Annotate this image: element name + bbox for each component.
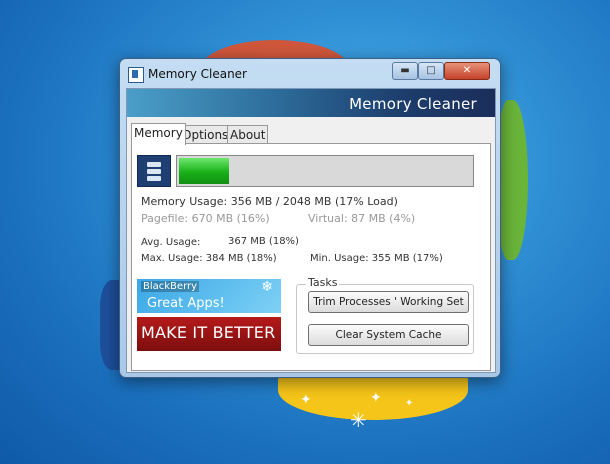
make-it-better-text: MAKE IT BETTER bbox=[141, 323, 276, 342]
trim-processes-button[interactable]: Trim Processes ' Working Set bbox=[308, 291, 469, 313]
memory-cleaner-window: Memory Cleaner ▬ □ ✕ Memory Cleaner Memo… bbox=[119, 58, 501, 378]
wallpaper-sparkle: ✦ bbox=[300, 392, 312, 408]
snowflake-icon: ❄ bbox=[261, 279, 273, 295]
tab-about[interactable]: About bbox=[227, 125, 269, 144]
banner-title: Memory Cleaner bbox=[349, 95, 477, 113]
pagefile-text: Pagefile: 670 MB (16%) bbox=[141, 212, 270, 225]
minimize-button[interactable]: ▬ bbox=[392, 62, 418, 80]
make-it-better-ad-banner[interactable]: MAKE IT BETTER bbox=[137, 317, 281, 351]
max-usage-text: Max. Usage: 384 MB (18%) bbox=[141, 253, 277, 264]
app-icon bbox=[128, 67, 144, 83]
window-title: Memory Cleaner bbox=[148, 67, 247, 81]
memory-usage-text: Memory Usage: 356 MB / 2048 MB (17% Load… bbox=[141, 195, 398, 208]
memory-load-progress-fill bbox=[179, 158, 229, 184]
min-usage-text: Min. Usage: 355 MB (17%) bbox=[310, 253, 443, 264]
memory-chip-icon bbox=[137, 155, 171, 187]
clear-system-cache-button[interactable]: Clear System Cache bbox=[308, 324, 469, 346]
avg-usage-value: 367 MB (18%) bbox=[228, 236, 299, 247]
avg-usage-label: Avg. Usage: bbox=[141, 237, 201, 248]
close-button[interactable]: ✕ bbox=[444, 62, 490, 80]
memory-load-progress-bar bbox=[176, 155, 474, 187]
title-bar[interactable]: Memory Cleaner ▬ □ ✕ bbox=[120, 59, 500, 87]
header-banner: Memory Cleaner bbox=[127, 89, 495, 117]
blackberry-slogan-text: Great Apps! bbox=[147, 296, 225, 311]
wallpaper-sparkle: ✦ bbox=[370, 390, 382, 406]
wallpaper-sparkle: ✳ bbox=[350, 408, 367, 432]
wallpaper-shape-green bbox=[498, 100, 528, 260]
wallpaper-sparkle: ✦ bbox=[405, 398, 414, 409]
virtual-text: Virtual: 87 MB (4%) bbox=[308, 212, 416, 225]
tab-options[interactable]: Options bbox=[179, 125, 232, 144]
tab-memory[interactable]: Memory bbox=[131, 123, 186, 145]
tasks-title: Tasks bbox=[306, 276, 340, 289]
blackberry-ad-banner[interactable]: BlackBerry Great Apps! ❄ bbox=[137, 279, 281, 313]
maximize-button[interactable]: □ bbox=[418, 62, 444, 80]
blackberry-brand-text: BlackBerry bbox=[141, 281, 200, 292]
